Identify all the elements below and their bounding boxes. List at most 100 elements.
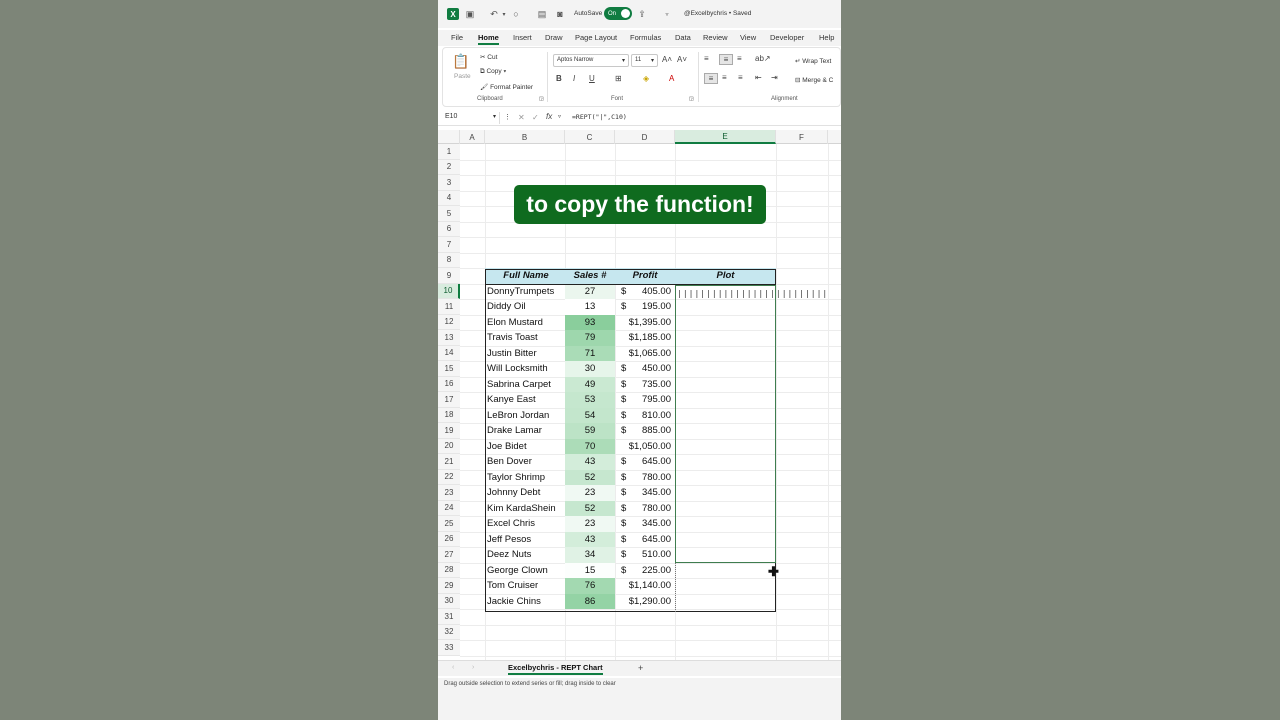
column-header-e[interactable]: E xyxy=(675,130,776,144)
sales-cell[interactable]: 79 xyxy=(565,330,615,346)
undo-dropdown-icon[interactable]: ▾ xyxy=(500,6,508,22)
tab-review[interactable]: Review xyxy=(703,33,728,42)
profit-cell[interactable]: $810.00 xyxy=(616,408,676,424)
sales-cell[interactable]: 49 xyxy=(565,376,615,392)
header-plot[interactable]: Plot xyxy=(675,268,776,284)
sales-cell[interactable]: 34 xyxy=(565,547,615,563)
sales-cell[interactable]: 13 xyxy=(565,299,615,315)
column-header-d[interactable]: D xyxy=(615,130,675,144)
profit-cell[interactable]: $225.00 xyxy=(616,563,676,579)
row-header-16[interactable]: 16 xyxy=(438,376,460,392)
more-icon[interactable]: ⋮ xyxy=(504,113,511,121)
row-header-3[interactable]: 3 xyxy=(438,175,460,191)
header-full-name[interactable]: Full Name xyxy=(485,268,565,284)
sales-cell[interactable]: 15 xyxy=(565,562,615,578)
dialog-launcher-icon[interactable]: ◲ xyxy=(539,96,544,102)
name-cell[interactable]: Sabrina Carpet xyxy=(485,377,565,393)
sheet-tab-active[interactable]: Excelbychris - REPT Chart xyxy=(508,663,603,675)
worksheet-grid[interactable]: A B C D E F 1 2 3 4 5 6 7 8 9 10 11 12 13 14 15 16 17 18 1… xyxy=(438,130,841,660)
decrease-indent-icon[interactable]: ⇤ xyxy=(755,73,762,82)
row-header-9[interactable]: 9 xyxy=(438,268,460,284)
merge-center-button[interactable]: ⊟ Merge & C xyxy=(795,76,833,84)
profit-cell[interactable]: $1,185.00 xyxy=(616,330,676,346)
row-header-27[interactable]: 27 xyxy=(438,547,460,563)
name-box[interactable]: E10 ▾ xyxy=(442,112,500,124)
name-cell[interactable]: Diddy Oil xyxy=(485,299,565,315)
name-cell[interactable]: Will Locksmith xyxy=(485,361,565,377)
sales-cell[interactable]: 70 xyxy=(565,438,615,454)
row-header-30[interactable]: 30 xyxy=(438,593,460,609)
customize-toolbar-icon[interactable]: ▿ xyxy=(662,6,672,22)
row-header-15[interactable]: 15 xyxy=(438,361,460,377)
tab-developer[interactable]: Developer xyxy=(770,33,804,42)
italic-icon[interactable]: I xyxy=(573,74,575,83)
row-header-28[interactable]: 28 xyxy=(438,562,460,578)
align-center-icon[interactable]: ≡ xyxy=(722,73,727,82)
name-cell[interactable]: Kanye East xyxy=(485,392,565,408)
row-header-24[interactable]: 24 xyxy=(438,500,460,516)
row-header-1[interactable]: 1 xyxy=(438,144,460,160)
row-header-17[interactable]: 17 xyxy=(438,392,460,408)
tab-insert[interactable]: Insert xyxy=(513,33,532,42)
sales-cell[interactable]: 52 xyxy=(565,469,615,485)
name-cell[interactable]: Drake Lamar xyxy=(485,423,565,439)
name-cell[interactable]: LeBron Jordan xyxy=(485,408,565,424)
tab-file[interactable]: File xyxy=(451,33,463,42)
profit-cell[interactable]: $1,290.00 xyxy=(616,594,676,610)
select-all-corner[interactable] xyxy=(438,130,460,144)
sales-cell[interactable]: 27 xyxy=(565,283,615,299)
font-size-select[interactable]: 11 ▾ xyxy=(631,54,658,67)
row-header-11[interactable]: 11 xyxy=(438,299,460,315)
row-header-23[interactable]: 23 xyxy=(438,485,460,501)
paste-icon[interactable]: 📋 xyxy=(451,52,471,70)
profit-cell[interactable]: $1,140.00 xyxy=(616,578,676,594)
tab-data[interactable]: Data xyxy=(675,33,691,42)
add-sheet-icon[interactable]: + xyxy=(638,663,643,673)
profit-cell[interactable]: $1,050.00 xyxy=(616,439,676,455)
plot-bar-e10[interactable]: |||||||||||||||||||||||||| xyxy=(677,285,828,301)
row-header-8[interactable]: 8 xyxy=(438,252,460,268)
row-header-7[interactable]: 7 xyxy=(438,237,460,253)
profit-cell[interactable]: $795.00 xyxy=(616,392,676,408)
profit-cell[interactable]: $645.00 xyxy=(616,454,676,470)
row-header-31[interactable]: 31 xyxy=(438,609,460,625)
sales-cell[interactable]: 86 xyxy=(565,593,615,609)
column-header-f[interactable]: F xyxy=(776,130,828,144)
profit-cell[interactable]: $1,395.00 xyxy=(616,315,676,331)
row-header-18[interactable]: 18 xyxy=(438,407,460,423)
sales-cell[interactable]: 76 xyxy=(565,578,615,594)
sales-cell[interactable]: 53 xyxy=(565,392,615,408)
row-header-19[interactable]: 19 xyxy=(438,423,460,439)
underline-icon[interactable]: U xyxy=(589,74,595,83)
decrease-font-icon[interactable]: A˅ xyxy=(677,55,687,64)
profit-cell[interactable]: $1,065.00 xyxy=(616,346,676,362)
row-header-2[interactable]: 2 xyxy=(438,159,460,175)
dialog-launcher-icon[interactable]: ◲ xyxy=(689,96,694,102)
row-header-13[interactable]: 13 xyxy=(438,330,460,346)
profit-cell[interactable]: $345.00 xyxy=(616,516,676,532)
orientation-icon[interactable]: ab↗ xyxy=(755,54,771,63)
profit-cell[interactable]: $345.00 xyxy=(616,485,676,501)
row-header-26[interactable]: 26 xyxy=(438,531,460,547)
row-header-5[interactable]: 5 xyxy=(438,206,460,222)
name-cell[interactable]: Excel Chris xyxy=(485,516,565,532)
name-cell[interactable]: DonnyTrumpets xyxy=(485,284,565,300)
row-header-12[interactable]: 12 xyxy=(438,314,460,330)
print-icon[interactable]: ▤ xyxy=(536,6,548,22)
header-sales[interactable]: Sales # xyxy=(565,268,615,284)
next-sheet-icon[interactable]: › xyxy=(472,664,474,671)
column-header-c[interactable]: C xyxy=(565,130,615,144)
align-top-icon[interactable]: ≡ xyxy=(704,54,709,63)
cut-button[interactable]: ✂ Cut xyxy=(480,53,497,61)
tab-home[interactable]: Home xyxy=(478,33,499,45)
share-icon[interactable]: ⇪ xyxy=(636,6,648,22)
format-painter-button[interactable]: 🖌 Format Painter xyxy=(480,83,533,91)
camera-icon[interactable]: ◙ xyxy=(554,6,566,22)
align-left-icon[interactable]: ≡ xyxy=(704,73,718,84)
profit-cell[interactable]: $780.00 xyxy=(616,501,676,517)
formula-input[interactable]: =REPT("|",C10) xyxy=(572,113,627,121)
increase-indent-icon[interactable]: ⇥ xyxy=(771,73,778,82)
sales-cell[interactable]: 52 xyxy=(565,500,615,516)
font-color-icon[interactable]: A xyxy=(669,74,674,83)
tab-draw[interactable]: Draw xyxy=(545,33,563,42)
